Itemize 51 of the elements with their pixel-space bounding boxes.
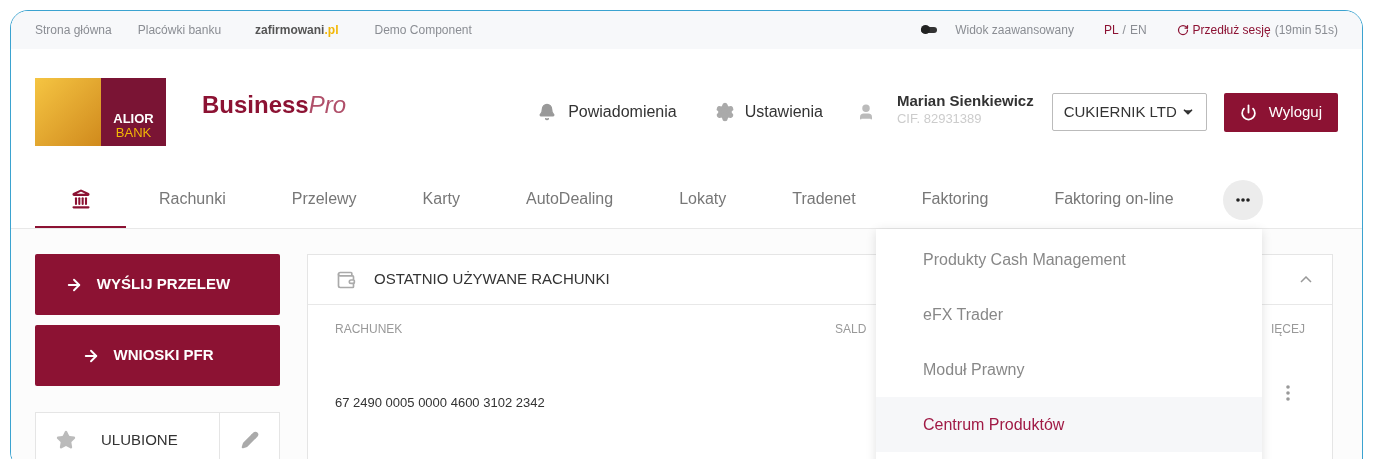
kebab-icon	[1286, 385, 1290, 401]
nav-tab[interactable]: Faktoring on-line	[1021, 171, 1207, 228]
account-number: 67 2490 0005 0000 4600 3102 2342	[335, 394, 545, 413]
notifications-link[interactable]: Powiadomienia	[568, 100, 677, 124]
nav-tab[interactable]: Karty	[389, 171, 493, 228]
company-select[interactable]: CUKIERNIK LTD	[1051, 93, 1207, 131]
wallet-icon	[336, 269, 356, 290]
action-button[interactable]: WYŚLIJ PRZELEW	[35, 254, 280, 315]
nav-tab[interactable]: Faktoring	[888, 171, 1022, 228]
bank-logo: ALIOR BANK	[35, 78, 166, 146]
edit-icon[interactable]	[240, 431, 259, 449]
dropdown-item[interactable]: eFX Trader	[876, 287, 1262, 342]
top-link[interactable]: Strona główna	[35, 21, 112, 39]
star-icon	[56, 430, 76, 450]
dropdown-item[interactable]: Centrum Produktów	[876, 397, 1262, 452]
top-link[interactable]: Demo Component	[374, 21, 472, 39]
nav-tab[interactable]: Tradenet	[759, 171, 889, 228]
toggle-label: Widok zaawansowany	[955, 22, 1074, 39]
favorites-label: ULUBIONE	[101, 429, 178, 450]
more-icon	[1235, 197, 1250, 202]
column-header: IĘCEJ	[1271, 321, 1305, 338]
session-timer: (19min 51s)	[1274, 22, 1338, 39]
dropdown-item[interactable]: Moduł Prawny	[876, 342, 1262, 397]
language-option[interactable]: PL	[1103, 21, 1119, 39]
nav-tab[interactable]: Przelewy	[258, 171, 390, 228]
chevron-up-icon	[1300, 276, 1312, 283]
power-icon	[1239, 103, 1257, 121]
action-button[interactable]: WNIOSKI PFR	[35, 325, 280, 386]
bank-icon	[70, 188, 91, 209]
logout-button[interactable]: Wyloguj	[1223, 92, 1338, 132]
row-menu-button[interactable]	[1286, 385, 1290, 401]
column-header: RACHUNEK	[335, 321, 404, 338]
product-name: BusinessPro	[202, 90, 347, 120]
bell-icon	[538, 103, 557, 121]
language-separator: /	[1122, 22, 1126, 39]
extend-session-link[interactable]: Przedłuż sesję	[1192, 21, 1271, 39]
collapse-button[interactable]	[1300, 276, 1312, 283]
nav-tab[interactable]: AutoDealing	[492, 171, 647, 228]
nav-tab[interactable]: Lokaty	[646, 171, 760, 228]
card-title: OSTATNIO UŻYWANE RACHUNKI	[374, 269, 610, 290]
brand-link[interactable]: zafirmowani.pl	[255, 21, 339, 39]
dropdown-item[interactable]: Produkty Cash Management	[876, 232, 1262, 287]
settings-link[interactable]: Ustawienia	[744, 100, 823, 124]
user-name: Marian Sienkiewicz	[896, 92, 1034, 110]
refresh-icon	[1176, 24, 1189, 36]
top-link[interactable]: Placówki banku	[137, 21, 222, 39]
language-option[interactable]: EN	[1129, 21, 1147, 39]
column-header: SALD	[835, 321, 867, 338]
settings-icon	[714, 102, 735, 122]
nav-tab[interactable]: Rachunki	[126, 171, 259, 228]
toggle-switch[interactable]	[921, 27, 938, 33]
